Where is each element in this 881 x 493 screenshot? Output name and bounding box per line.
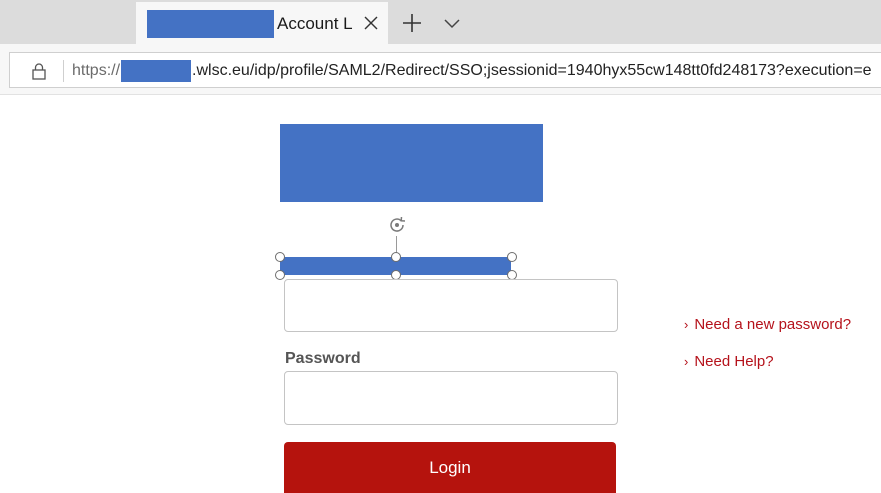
login-button[interactable]: Login [284, 442, 616, 493]
resize-handle[interactable] [275, 270, 285, 280]
password-label: Password [285, 350, 361, 367]
url-path: .wlsc.eu/idp/profile/SAML2/Redirect/SSO;… [192, 62, 872, 79]
need-help-text: Need Help? [694, 353, 774, 370]
resize-handle[interactable] [391, 252, 401, 262]
rotate-handle-icon[interactable] [386, 214, 408, 236]
url-text: https:// .wlsc.eu/idp/profile/SAML2/Redi… [72, 60, 872, 82]
active-tab[interactable]: Account L [136, 2, 388, 44]
chevron-down-icon [444, 19, 460, 29]
username-input[interactable] [284, 279, 618, 332]
new-tab-button[interactable] [398, 9, 426, 37]
address-bar: https:// .wlsc.eu/idp/profile/SAML2/Redi… [0, 44, 881, 95]
chevron-right-icon: › [684, 354, 689, 369]
redacted-tab-label [147, 10, 274, 38]
lock-icon[interactable] [27, 59, 51, 83]
password-input[interactable] [284, 371, 618, 425]
resize-handle[interactable] [507, 252, 517, 262]
plus-icon [403, 14, 421, 32]
resize-handle[interactable] [275, 252, 285, 262]
need-help-link[interactable]: › Need Help? [684, 353, 774, 370]
redacted-logo [280, 124, 543, 202]
url-field[interactable]: https:// .wlsc.eu/idp/profile/SAML2/Redi… [9, 52, 881, 88]
url-scheme: https:// [72, 62, 121, 79]
tab-list-button[interactable] [438, 9, 466, 37]
tab-strip: Account L [0, 0, 881, 44]
tab-title: Account L [277, 14, 353, 33]
need-new-password-text: Need a new password? [694, 316, 852, 333]
redacted-url-host [121, 60, 192, 82]
need-new-password-link[interactable]: › Need a new password? [684, 316, 851, 333]
close-icon[interactable] [358, 10, 384, 36]
chevron-right-icon: › [684, 317, 689, 332]
address-separator [63, 60, 64, 82]
browser-window: Account L https:// .wlsc.eu/idp/profile/… [0, 0, 881, 493]
